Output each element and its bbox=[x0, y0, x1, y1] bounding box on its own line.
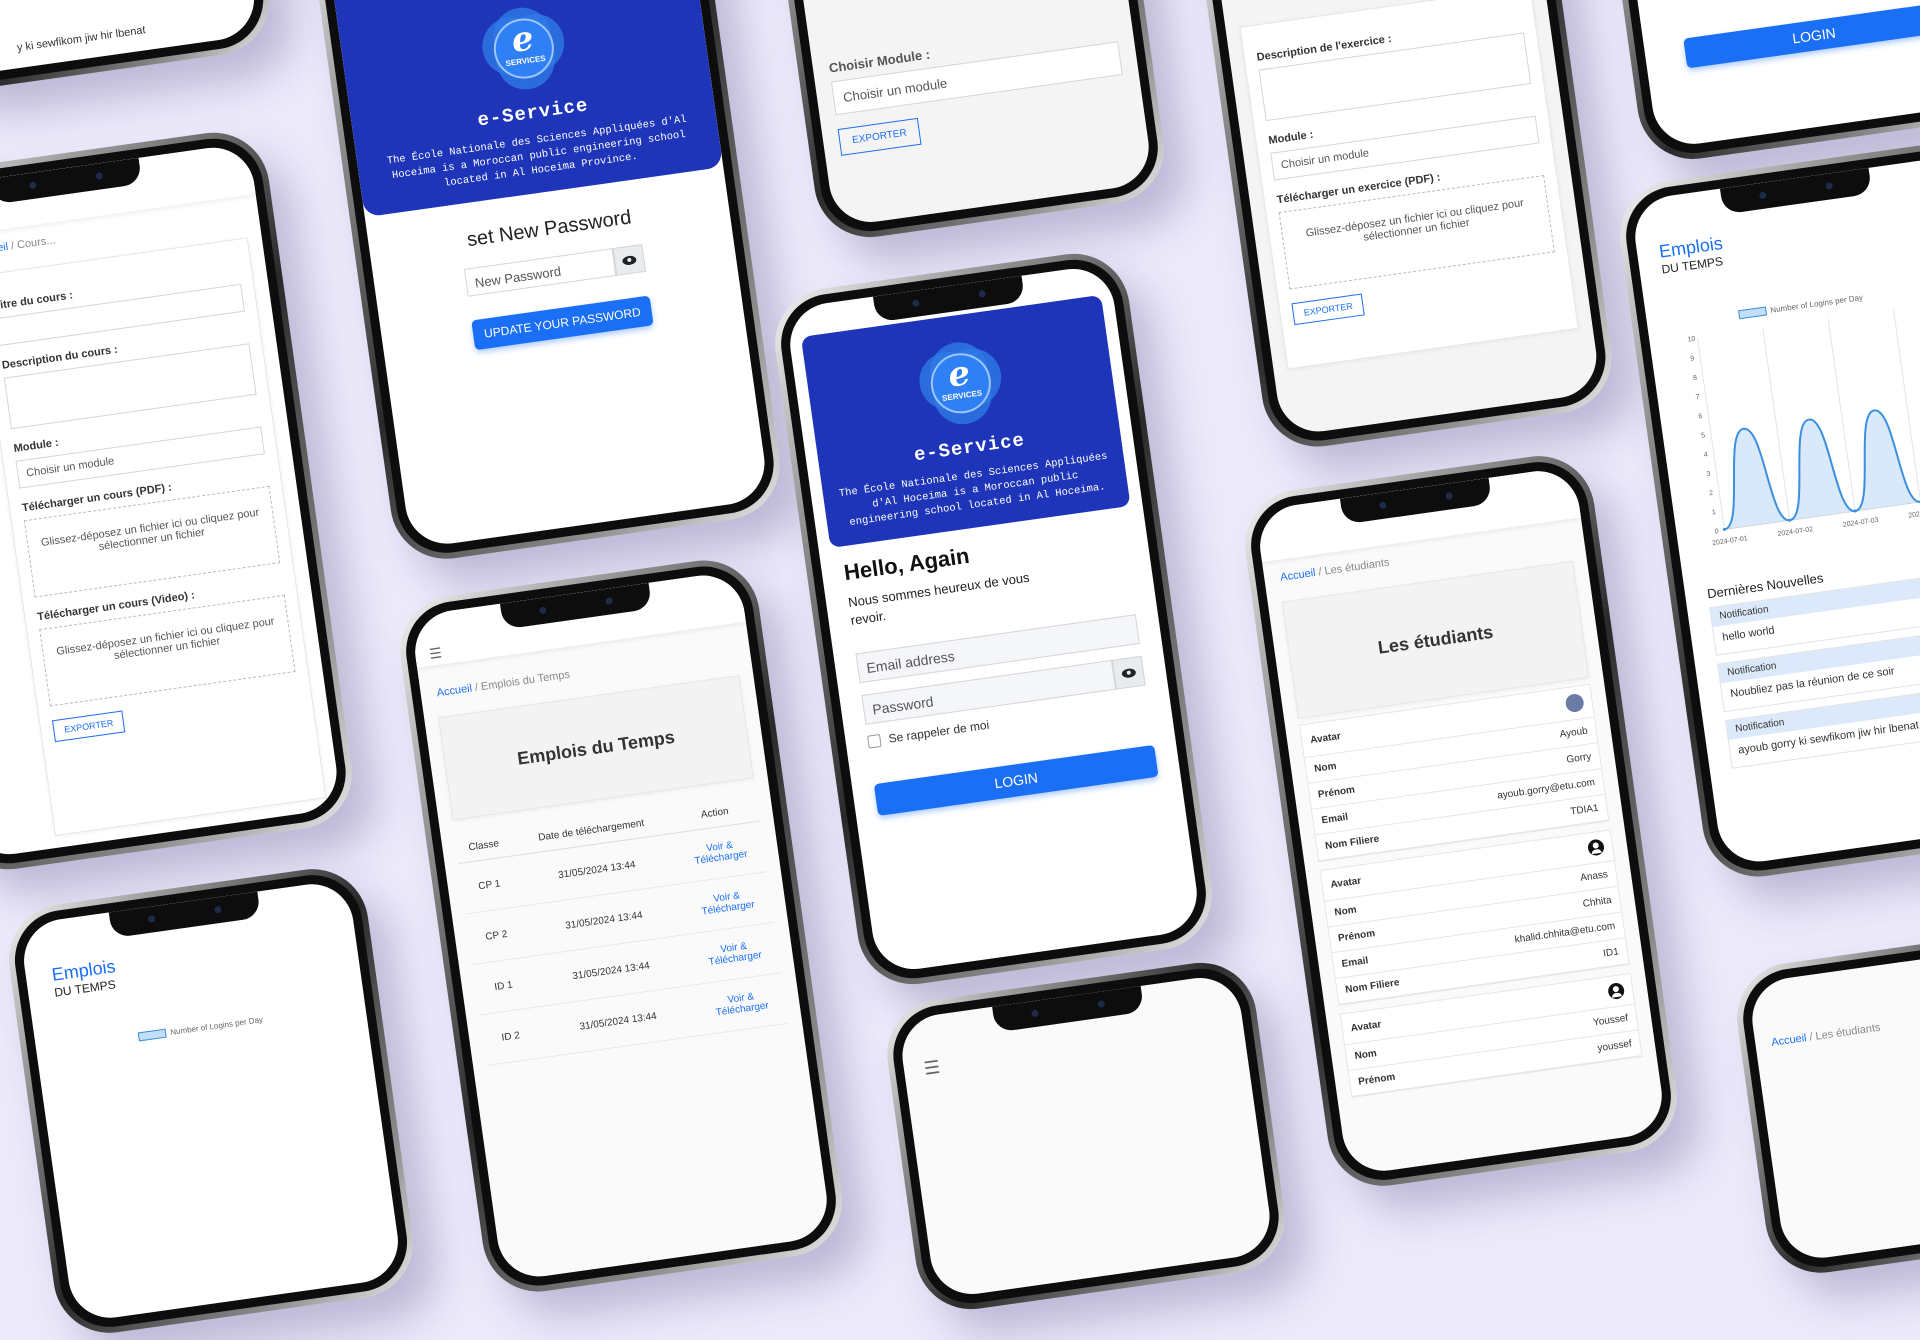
breadcrumb-current: Emplois du Temps bbox=[480, 668, 571, 694]
eservices-logo: e SERVICES bbox=[476, 1, 571, 96]
student-nom: Ayoub bbox=[1559, 725, 1589, 741]
export-button[interactable]: EXPORTER bbox=[837, 117, 922, 156]
export-button[interactable]: EXPORTER bbox=[51, 710, 126, 743]
login-button[interactable]: LOGIN bbox=[1683, 2, 1920, 69]
exercice-form-card: Description de l'exercice : Module : Cho… bbox=[1239, 0, 1579, 370]
phone-cours-form: Accueil / Cours... Titre du cours : Desc… bbox=[0, 125, 359, 877]
breadcrumb-home[interactable]: Accueil bbox=[1280, 567, 1317, 584]
show-password-icon[interactable] bbox=[612, 243, 647, 276]
y-tick-label: 8 bbox=[1693, 375, 1698, 382]
phone-menu-partial: ☰ bbox=[880, 955, 1292, 1317]
update-password-button[interactable]: UPDATE YOUR PASSWORD bbox=[471, 295, 654, 351]
x-tick-label: 2024-07-03 bbox=[1843, 517, 1880, 529]
user-icon bbox=[1607, 982, 1626, 1001]
class-cell: ID 1 bbox=[472, 956, 535, 1015]
student-filiere: TDIA1 bbox=[1569, 802, 1600, 818]
remember-checkbox[interactable] bbox=[866, 733, 882, 749]
phone-dashboard-chart-partial: Emplois DU TEMPS Number of Logins per Da… bbox=[1, 861, 421, 1340]
legend-swatch bbox=[138, 1028, 168, 1042]
y-tick-label: 3 bbox=[1706, 471, 1711, 478]
phone-emplois-table: ☰ Accueil / Emplois du Temps Emplois du … bbox=[392, 553, 850, 1299]
notification-text: y ki sewfikom jiw hir lbenat bbox=[16, 24, 147, 55]
legend-label: Number of Logins per Day bbox=[169, 1015, 264, 1037]
phone-login: e SERVICES e-Service The École Nationale… bbox=[767, 246, 1220, 992]
student-nom: Youssef bbox=[1592, 1012, 1629, 1029]
menu-icon[interactable]: ☰ bbox=[428, 644, 443, 663]
brand-hero: e SERVICES e-Service The École Nationale… bbox=[800, 294, 1131, 548]
y-tick-label: 10 bbox=[1687, 336, 1696, 344]
emplois-table: Classe Date de téléchargement Action CP … bbox=[454, 793, 789, 1066]
user-icon bbox=[1586, 838, 1606, 857]
x-tick-label: 2024-07-01 bbox=[1712, 536, 1749, 548]
brand-hero: e SERVICES e-Service The École Nationale… bbox=[322, 0, 724, 218]
breadcrumb-current: Les étudiants bbox=[1323, 556, 1391, 578]
y-tick-label: 6 bbox=[1698, 413, 1703, 420]
cours-form-card: Titre du cours : Description du cours : … bbox=[0, 237, 327, 837]
y-tick-label: 0 bbox=[1714, 529, 1719, 536]
class-cell: CP 1 bbox=[458, 855, 520, 914]
student-nom: Anass bbox=[1579, 869, 1609, 884]
x-tick-label: 2024-07-02 bbox=[1777, 526, 1814, 538]
breadcrumb-current: Les étudiants bbox=[1814, 1021, 1882, 1043]
view-download-link[interactable]: Voir & Télécharger bbox=[708, 941, 762, 968]
breadcrumb-home[interactable]: Accueil bbox=[436, 682, 473, 699]
student-filiere: ID1 bbox=[1602, 946, 1620, 960]
y-tick-label: 4 bbox=[1704, 452, 1709, 459]
breadcrumb-current: Cours... bbox=[16, 234, 57, 252]
page-title: Emplois du Temps bbox=[515, 726, 676, 769]
new-password-input[interactable]: New Password bbox=[463, 248, 617, 297]
phone-notification-partial: y ki sewfikom jiw hir lbenat bbox=[0, 0, 277, 95]
series-area bbox=[1724, 401, 1920, 530]
phone-module-export: Choisir Module : Choisir un module EXPOR… bbox=[760, 0, 1172, 245]
view-download-link[interactable]: Voir & Télécharger bbox=[701, 890, 755, 917]
view-download-link[interactable]: Voir & Télécharger bbox=[694, 840, 748, 867]
class-cell: CP 2 bbox=[465, 906, 528, 965]
notch bbox=[992, 985, 1145, 1033]
phone-etudiants-partial: Accueil / Les étudiants bbox=[1730, 922, 1920, 1280]
avatar bbox=[1564, 692, 1585, 714]
y-tick-label: 9 bbox=[1690, 356, 1695, 363]
y-tick-label: 1 bbox=[1712, 509, 1717, 516]
phone-login-partial: LOGIN bbox=[1598, 0, 1920, 167]
phone-dashboard: Emplois DU TEMPS Number of Logins per Da… bbox=[1612, 138, 1920, 884]
show-password-icon[interactable] bbox=[1111, 655, 1146, 690]
student-prenom: Chhita bbox=[1582, 894, 1613, 910]
phone-etudiants: Accueil / Les étudiants Les étudiants Av… bbox=[1237, 448, 1685, 1194]
x-tick-label: 2024-07-04 bbox=[1908, 508, 1920, 520]
y-tick-label: 2 bbox=[1709, 490, 1714, 497]
breadcrumb: Accueil / Les étudiants bbox=[1770, 1021, 1882, 1049]
student-prenom: Gorry bbox=[1565, 751, 1593, 766]
legend-swatch bbox=[1738, 306, 1768, 320]
logins-chart: 0 1 2 3 4 5 6 7 8 9 10 2024-07-01 2024-07-02 2024-07-… bbox=[1687, 310, 1920, 548]
breadcrumb-home[interactable]: Accueil bbox=[1771, 1032, 1808, 1049]
class-cell: ID 2 bbox=[480, 1007, 542, 1066]
export-button[interactable]: EXPORTER bbox=[1291, 293, 1366, 326]
page-title: Les étudiants bbox=[1376, 621, 1495, 658]
y-tick-label: 5 bbox=[1701, 433, 1706, 440]
login-button[interactable]: LOGIN bbox=[873, 744, 1159, 816]
menu-icon[interactable]: ☰ bbox=[923, 1057, 942, 1080]
breadcrumb-home[interactable]: Accueil bbox=[0, 241, 9, 258]
phone-reset-password: e SERVICES e-Service The École Nationale… bbox=[305, 0, 787, 567]
y-tick-label: 7 bbox=[1695, 394, 1700, 401]
view-download-link[interactable]: Voir & Télécharger bbox=[715, 991, 769, 1018]
phone-exercice-form: Description de l'exercice : Module : Cho… bbox=[1193, 0, 1619, 454]
eservices-logo: e SERVICES bbox=[913, 336, 1008, 431]
remember-label: Se rappeler de moi bbox=[887, 717, 991, 746]
student-prenom: youssef bbox=[1596, 1038, 1633, 1055]
chart-legend: Number of Logins per Day bbox=[62, 1004, 341, 1052]
